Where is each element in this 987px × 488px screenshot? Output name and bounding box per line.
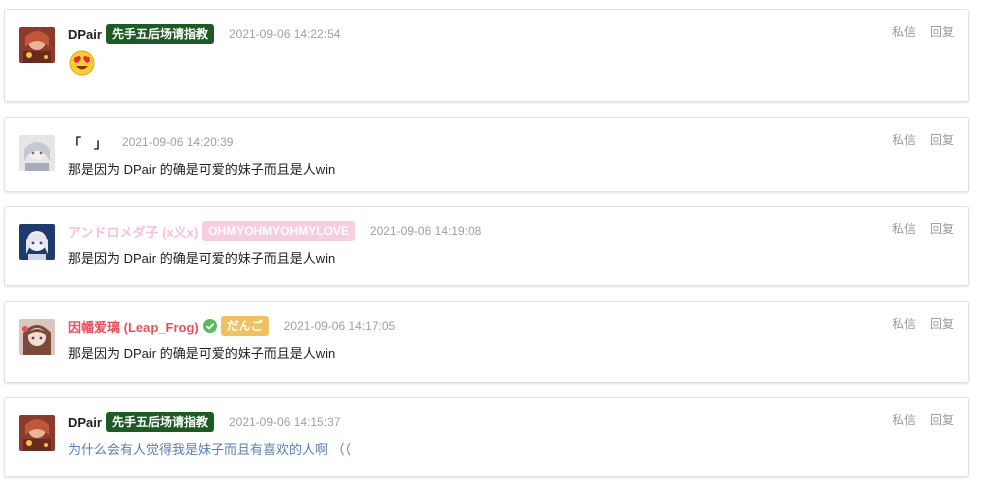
user-badge: OHMYOHMYOHMYLOVE [202, 221, 355, 241]
comment-card: DPair 先手五后场请指教 2021-09-06 14:15:37 私信 回复… [4, 397, 969, 477]
avatar[interactable] [19, 415, 55, 451]
username[interactable]: アンドロメダ子 (x义x) [68, 222, 198, 241]
dm-button[interactable]: 私信 [892, 131, 916, 148]
comment-actions: 私信 回复 [892, 315, 954, 332]
comment-card: DPair 先手五后场请指教 2021-09-06 14:22:54 私信 回复 [4, 9, 969, 102]
heart-eyes-emoji-icon [69, 50, 95, 76]
reply-button[interactable]: 回复 [930, 220, 954, 237]
timestamp: 2021-09-06 14:17:05 [283, 319, 396, 333]
comment-card: 「 」 2021-09-06 14:20:39 私信 回复 那是因为 DPair… [4, 117, 969, 192]
comment-header: DPair 先手五后场请指教 2021-09-06 14:15:37 [68, 411, 340, 433]
dm-button[interactable]: 私信 [892, 411, 916, 428]
verified-icon [202, 319, 217, 333]
user-badge: 先手五后场请指教 [105, 412, 214, 432]
user-badge: 先手五后场请指教 [105, 24, 214, 44]
reply-button[interactable]: 回复 [930, 131, 954, 148]
comment-content: 为什么会有人觉得我是妹子而且有喜欢的人啊 （（ [68, 442, 352, 457]
reply-button[interactable]: 回复 [930, 315, 954, 332]
user-badge: だんご [220, 316, 269, 336]
dm-button[interactable]: 私信 [892, 315, 916, 332]
username[interactable]: 因幡爱璃 (Leap_Frog) [68, 317, 199, 336]
comment-actions: 私信 回复 [892, 220, 954, 237]
username[interactable]: DPair [68, 27, 102, 42]
comment-card: アンドロメダ子 (x义x) OHMYOHMYOHMYLOVE 2021-09-0… [4, 206, 969, 286]
avatar[interactable] [19, 224, 55, 260]
avatar[interactable] [19, 135, 55, 171]
comment-content: 那是因为 DPair 的确是可爱的妹子而且是人win [68, 162, 336, 177]
comment-actions: 私信 回复 [892, 131, 954, 148]
comment-header: 因幡爱璃 (Leap_Frog) だんご 2021-09-06 14:17:05 [68, 315, 395, 337]
comment-content: 那是因为 DPair 的确是可爱的妹子而且是人win [68, 346, 336, 361]
comment-content: 那是因为 DPair 的确是可爱的妹子而且是人win [68, 251, 336, 266]
timestamp: 2021-09-06 14:22:54 [228, 27, 341, 41]
comment-actions: 私信 回复 [892, 23, 954, 40]
avatar[interactable] [19, 27, 55, 63]
comment-actions: 私信 回复 [892, 411, 954, 428]
comment-header: 「 」 2021-09-06 14:20:39 [68, 131, 233, 153]
timestamp: 2021-09-06 14:15:37 [228, 415, 341, 429]
timestamp: 2021-09-06 14:19:08 [369, 224, 482, 238]
timestamp: 2021-09-06 14:20:39 [122, 135, 234, 149]
reply-button[interactable]: 回复 [930, 23, 954, 40]
avatar[interactable] [19, 319, 55, 355]
dm-button[interactable]: 私信 [892, 220, 916, 237]
comment-header: アンドロメダ子 (x义x) OHMYOHMYOHMYLOVE 2021-09-0… [68, 220, 481, 242]
comment-card: 因幡爱璃 (Leap_Frog) だんご 2021-09-06 14:17:05… [4, 301, 969, 383]
comment-header: DPair 先手五后场请指教 2021-09-06 14:22:54 [68, 23, 340, 45]
reply-button[interactable]: 回复 [930, 411, 954, 428]
dm-button[interactable]: 私信 [892, 23, 916, 40]
username[interactable]: DPair [68, 415, 102, 430]
username[interactable]: 「 」 [68, 133, 107, 152]
